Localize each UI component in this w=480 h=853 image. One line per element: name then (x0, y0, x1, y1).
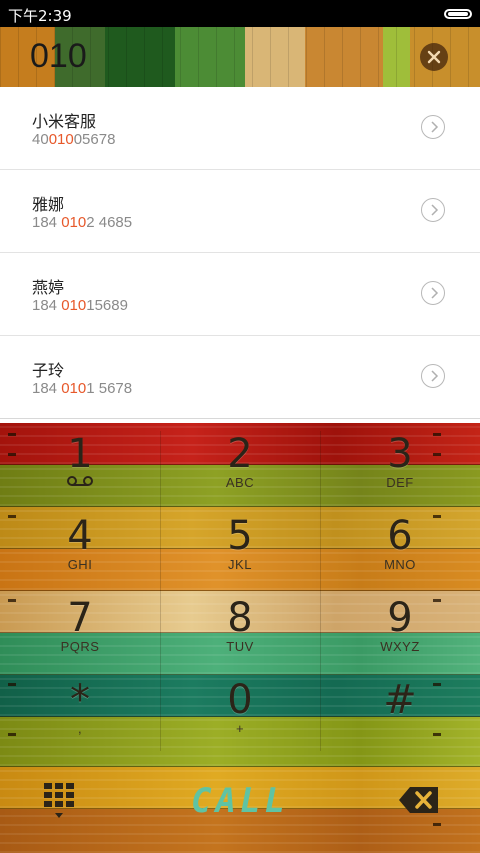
key-digit: 2 (227, 431, 253, 477)
key-5[interactable]: 5 JKL (160, 505, 320, 587)
key-digit: 9 (387, 595, 413, 641)
key-star[interactable]: * , (0, 669, 160, 751)
chevron-right-icon (431, 287, 439, 299)
chevron-right-icon (431, 370, 439, 382)
key-letters: MNO (384, 557, 416, 572)
contact-detail-button[interactable] (421, 198, 445, 222)
call-button[interactable]: CALL (180, 781, 300, 831)
key-letters: TUV (226, 639, 254, 654)
contact-number: 184 01015689 (32, 297, 128, 314)
key-letters: PQRS (60, 639, 100, 654)
contact-row[interactable]: 雅娜 184 0102 4685 (0, 170, 480, 253)
contact-row[interactable]: 子玲 184 0101 5678 (0, 336, 480, 419)
key-digit: 7 (67, 595, 93, 641)
contact-number: 184 0102 4685 (32, 214, 133, 231)
key-0[interactable]: 0 + (160, 669, 320, 751)
battery-icon (444, 9, 472, 19)
key-digit: 3 (387, 431, 413, 477)
key-letters: GHI (67, 557, 93, 572)
chevron-right-icon (431, 204, 439, 216)
keypad-grid-icon (44, 783, 74, 818)
key-letters: DEF (386, 475, 414, 490)
contact-name: 燕婷 (32, 278, 65, 297)
key-4[interactable]: 4 GHI (0, 505, 160, 587)
status-bar: 下午2:39 (0, 0, 480, 27)
key-9[interactable]: 9 WXYZ (320, 587, 480, 669)
contact-results: 小米客服 4001005678 雅娜 184 0102 4685 燕婷 184 … (0, 87, 480, 423)
delete-button[interactable] (398, 785, 440, 815)
contact-number: 4001005678 (32, 131, 116, 148)
clear-icon (427, 50, 441, 64)
call-action-bar: CALL (0, 767, 480, 853)
key-digit: 6 (387, 513, 413, 559)
key-digit: 0 (227, 677, 253, 723)
key-2[interactable]: 2 ABC (160, 423, 320, 505)
key-digit: 1 (67, 431, 93, 477)
contact-row[interactable]: 燕婷 184 01015689 (0, 253, 480, 336)
contact-name: 小米客服 (32, 112, 97, 131)
key-digit: 5 (227, 513, 253, 559)
status-time: 下午2:39 (8, 7, 72, 25)
key-1[interactable]: 1 (0, 423, 160, 505)
key-letters: , (77, 721, 83, 736)
key-hash[interactable]: # (320, 669, 480, 751)
key-digit: * (70, 677, 90, 723)
toggle-keypad-button[interactable] (44, 783, 74, 819)
dialpad: 1 2 ABC 3 DEF 4 GHI 5 JKL 6 MNO 7 PQRS 8… (0, 423, 480, 853)
contact-name: 子玲 (32, 361, 65, 380)
key-letters: + (235, 721, 245, 736)
key-digit: 8 (227, 595, 253, 641)
backspace-icon (399, 787, 438, 813)
key-7[interactable]: 7 PQRS (0, 587, 160, 669)
chevron-right-icon (431, 121, 439, 133)
contact-row[interactable]: 小米客服 4001005678 (0, 87, 480, 170)
key-3[interactable]: 3 DEF (320, 423, 480, 505)
key-8[interactable]: 8 TUV (160, 587, 320, 669)
key-digit: # (383, 677, 417, 723)
key-letters: JKL (228, 557, 252, 572)
contact-name: 雅娜 (32, 195, 65, 214)
search-input[interactable]: 010 (30, 37, 87, 76)
search-header: 010 (0, 27, 480, 87)
clear-button[interactable] (420, 43, 448, 71)
key-digit: 4 (67, 513, 93, 559)
contact-detail-button[interactable] (421, 115, 445, 139)
voicemail-icon (67, 476, 93, 486)
contact-number: 184 0101 5678 (32, 380, 133, 397)
contact-detail-button[interactable] (421, 364, 445, 388)
key-letters: WXYZ (380, 639, 420, 654)
key-6[interactable]: 6 MNO (320, 505, 480, 587)
contact-detail-button[interactable] (421, 281, 445, 305)
key-letters: ABC (225, 475, 255, 490)
